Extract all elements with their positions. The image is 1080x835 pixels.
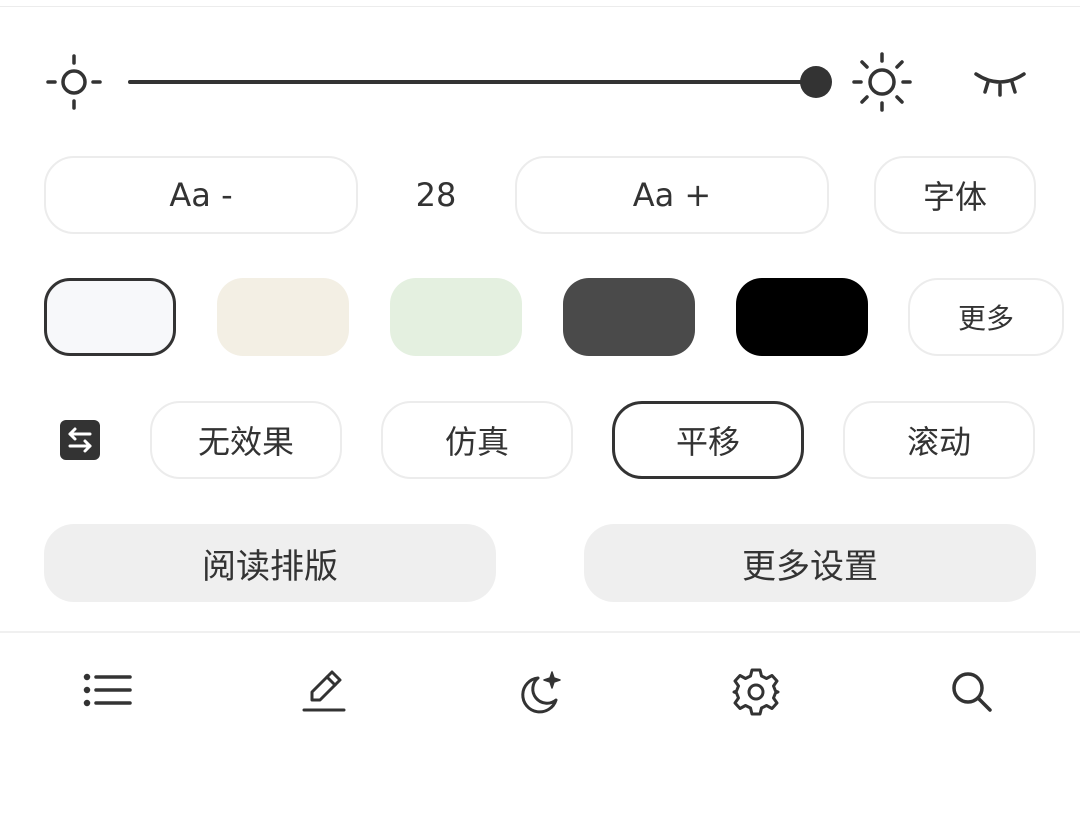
- theme-swatch-black[interactable]: [736, 278, 868, 356]
- gear-icon[interactable]: [728, 664, 784, 720]
- theme-swatch-gray[interactable]: [563, 278, 695, 356]
- more-themes-label: 更多: [957, 302, 1014, 335]
- page-turn-scroll-label: 滚动: [906, 423, 971, 461]
- eye-protection-icon[interactable]: [968, 60, 1032, 104]
- font-decrease-button[interactable]: Aa -: [44, 156, 358, 234]
- font-increase-button[interactable]: Aa +: [515, 156, 829, 234]
- font-decrease-label: Aa -: [169, 176, 233, 214]
- font-size-value: 28: [415, 176, 457, 214]
- page-turn-scroll-button[interactable]: 滚动: [843, 401, 1035, 479]
- more-settings-label: 更多设置: [742, 546, 878, 587]
- brightness-slider-track: [128, 80, 816, 84]
- reading-layout-button[interactable]: 阅读排版: [44, 524, 496, 602]
- brightness-slider[interactable]: [128, 66, 832, 98]
- page-turn-icon: [60, 420, 100, 460]
- brightness-row: [0, 40, 1080, 124]
- theme-swatch-white[interactable]: [44, 278, 176, 356]
- sun-small-icon: [42, 50, 106, 114]
- more-settings-button[interactable]: 更多设置: [584, 524, 1036, 602]
- font-family-label: 字体: [922, 178, 987, 216]
- top-divider: [0, 6, 1080, 7]
- page-turn-slide-button[interactable]: 平移: [612, 401, 804, 479]
- page-turn-simulation-label: 仿真: [444, 423, 509, 461]
- page-turn-none-button[interactable]: 无效果: [150, 401, 342, 479]
- page-turn-none-label: 无效果: [197, 423, 294, 461]
- list-icon[interactable]: [80, 664, 136, 720]
- night-mode-icon[interactable]: [514, 664, 570, 720]
- more-themes-button[interactable]: 更多: [908, 278, 1064, 356]
- theme-swatch-green[interactable]: [390, 278, 522, 356]
- page-turn-simulation-button[interactable]: 仿真: [381, 401, 573, 479]
- search-icon[interactable]: [944, 664, 1000, 720]
- brightness-slider-thumb[interactable]: [800, 66, 832, 98]
- reading-layout-label: 阅读排版: [202, 546, 338, 587]
- sun-large-icon: [850, 50, 914, 114]
- pencil-icon[interactable]: [296, 664, 352, 720]
- page-turn-slide-label: 平移: [675, 423, 740, 461]
- theme-swatch-cream[interactable]: [217, 278, 349, 356]
- font-family-button[interactable]: 字体: [874, 156, 1036, 234]
- font-increase-label: Aa +: [632, 176, 712, 214]
- toolbar-divider: [0, 631, 1080, 633]
